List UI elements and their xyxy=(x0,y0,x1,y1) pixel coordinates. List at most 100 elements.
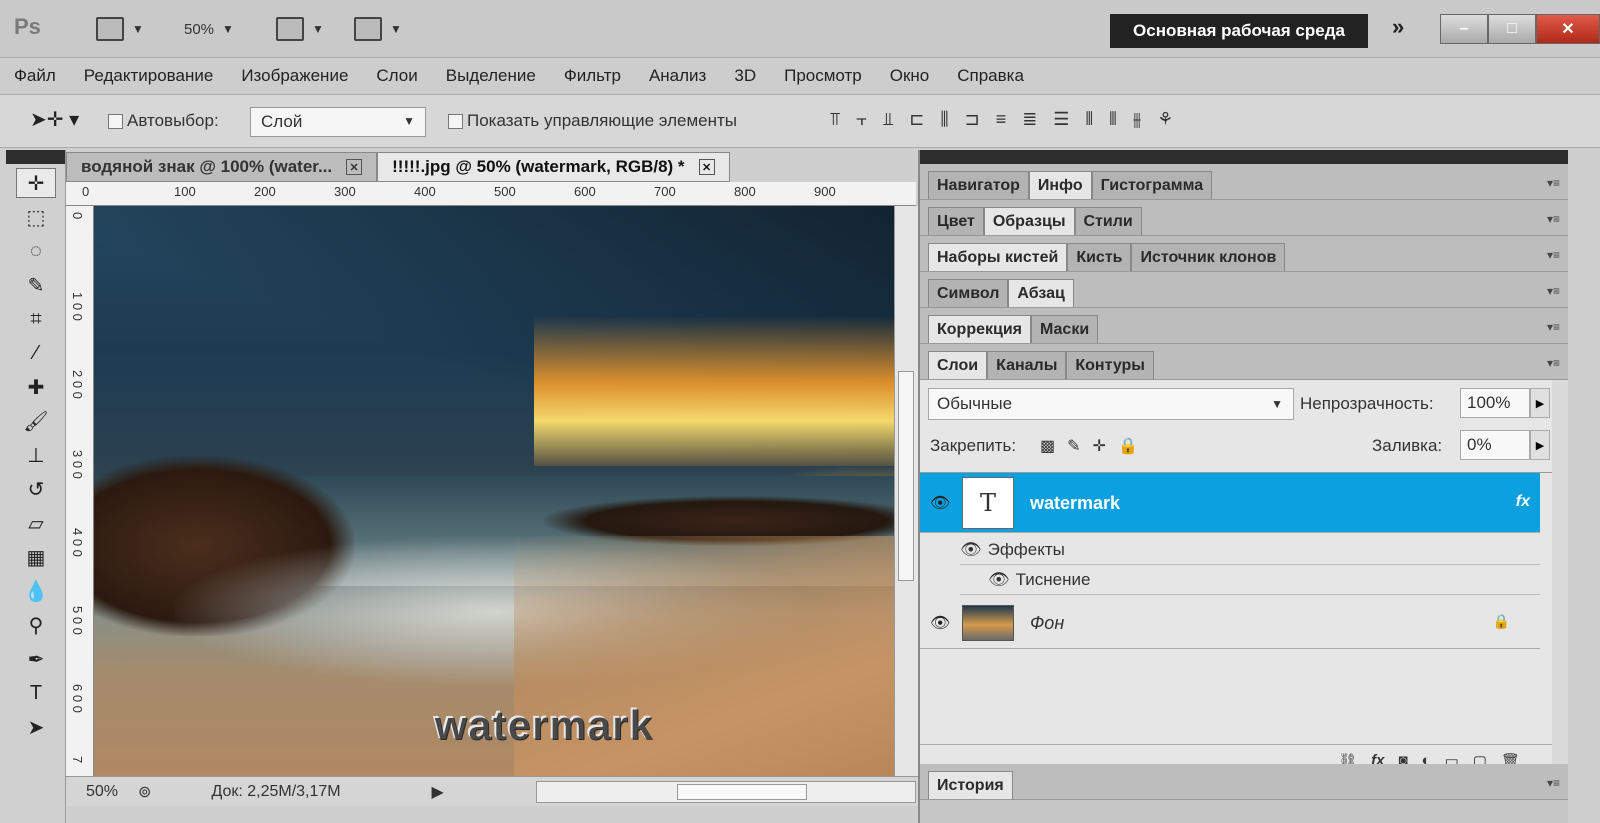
tab-clone-source[interactable]: Источник клонов xyxy=(1131,243,1286,271)
menu-view[interactable]: Просмотр xyxy=(770,66,876,86)
align-right-icon[interactable]: ⊐ xyxy=(965,109,980,130)
auto-align-icon[interactable]: ⚘ xyxy=(1157,109,1173,130)
workspace-switcher[interactable]: Основная рабочая среда xyxy=(1110,14,1368,48)
vertical-scrollbar[interactable] xyxy=(894,206,918,776)
quick-select-tool-icon[interactable]: ✎ xyxy=(16,270,56,300)
close-button[interactable]: ✕ xyxy=(1536,14,1600,44)
tab-brush[interactable]: Кисть xyxy=(1067,243,1132,271)
align-top-icon[interactable]: ⫪ xyxy=(830,109,840,130)
tab-navigator[interactable]: Навигатор xyxy=(928,171,1029,199)
autoselect-target-select[interactable]: Слой ▼ xyxy=(250,107,426,137)
menu-filter[interactable]: Фильтр xyxy=(550,66,635,86)
tab-channels[interactable]: Каналы xyxy=(987,351,1067,379)
layers-scrollbar[interactable] xyxy=(1552,380,1568,776)
history-brush-tool-icon[interactable]: ↺ xyxy=(16,474,56,504)
tab-swatches[interactable]: Образцы xyxy=(983,207,1075,235)
autoselect-checkbox[interactable]: Автовыбор: xyxy=(108,111,219,131)
align-bottom-icon[interactable]: ⫫ xyxy=(883,109,893,130)
tab-history[interactable]: История xyxy=(928,771,1013,799)
tab-adjustments[interactable]: Коррекция xyxy=(928,315,1031,343)
scroll-thumb[interactable] xyxy=(898,371,914,581)
doc-tab-watermark[interactable]: водяной знак @ 100% (water... ✕ xyxy=(66,152,378,182)
path-select-tool-icon[interactable]: ➤ xyxy=(16,712,56,742)
menu-help[interactable]: Справка xyxy=(943,66,1038,86)
align-vcenter-icon[interactable]: ⫟ xyxy=(856,109,867,130)
tab-layers[interactable]: Слои xyxy=(928,351,988,379)
screen-view-button[interactable]: ▼ xyxy=(354,14,402,44)
distribute-bottom-icon[interactable]: ☰ xyxy=(1053,109,1069,130)
tab-masks[interactable]: Маски xyxy=(1031,315,1099,343)
arrange-documents-button[interactable]: ▼ xyxy=(276,14,324,44)
tab-paths[interactable]: Контуры xyxy=(1066,351,1154,379)
panel-menu-icon[interactable]: ▾≡ xyxy=(1547,320,1560,334)
layer-row-watermark[interactable]: 👁 T watermark fx xyxy=(920,473,1540,533)
healing-brush-tool-icon[interactable]: ✚ xyxy=(16,372,56,402)
close-icon[interactable]: ✕ xyxy=(698,159,715,175)
eye-icon[interactable]: 👁 xyxy=(960,540,982,560)
scroll-thumb[interactable] xyxy=(677,784,807,800)
lock-transparency-icon[interactable]: ▩ xyxy=(1040,436,1055,456)
dock-collapse-bar[interactable] xyxy=(920,150,1568,164)
tab-brush-presets[interactable]: Наборы кистей xyxy=(928,243,1068,271)
distribute-left-icon[interactable]: ⫴ xyxy=(1085,109,1093,130)
screen-mode-button[interactable]: ▼ xyxy=(96,14,144,44)
status-menu-arrow-icon[interactable]: ▶ xyxy=(431,782,443,802)
align-left-icon[interactable]: ⊏ xyxy=(909,109,924,130)
tab-histogram[interactable]: Гистограмма xyxy=(1091,171,1213,199)
eye-icon[interactable]: 👁 xyxy=(988,570,1010,590)
panel-menu-icon[interactable]: ▾≡ xyxy=(1547,176,1560,190)
align-hcenter-icon[interactable]: ⫼ xyxy=(940,109,948,130)
menu-select[interactable]: Выделение xyxy=(432,66,550,86)
tab-styles[interactable]: Стили xyxy=(1074,207,1142,235)
move-tool-icon[interactable]: ✛ xyxy=(16,168,56,198)
maximize-button[interactable]: □ xyxy=(1488,14,1536,44)
distribute-hcenter-icon[interactable]: ⦀ xyxy=(1109,109,1117,130)
lock-pixels-icon[interactable]: ✎ xyxy=(1067,436,1080,456)
eye-icon[interactable]: 👁 xyxy=(930,613,950,633)
marquee-tool-icon[interactable]: ⬚ xyxy=(16,202,56,232)
crop-tool-icon[interactable]: ⌗ xyxy=(16,304,56,334)
fx-icon[interactable]: fx xyxy=(1516,493,1530,511)
lasso-tool-icon[interactable]: ◌ xyxy=(16,236,56,266)
opacity-input[interactable]: 100% xyxy=(1460,388,1530,418)
menu-edit[interactable]: Редактирование xyxy=(70,66,228,86)
clone-stamp-tool-icon[interactable]: ⊥ xyxy=(16,440,56,470)
menu-image[interactable]: Изображение xyxy=(227,66,362,86)
lock-all-icon[interactable]: 🔒 xyxy=(1118,436,1138,456)
more-workspaces-icon[interactable]: » xyxy=(1392,14,1404,40)
layer-name[interactable]: Фон xyxy=(1030,613,1064,634)
distribute-right-icon[interactable]: ⫵ xyxy=(1133,109,1141,130)
menu-layers[interactable]: Слои xyxy=(362,66,431,86)
menu-analysis[interactable]: Анализ xyxy=(635,66,720,86)
zoom-dropdown[interactable]: 50% ▼ xyxy=(184,14,234,44)
tab-paragraph[interactable]: Абзац xyxy=(1008,279,1074,307)
menu-file[interactable]: Файл xyxy=(0,66,70,86)
opacity-arrow-icon[interactable]: ▶ xyxy=(1530,388,1550,418)
close-icon[interactable]: ✕ xyxy=(346,159,363,175)
status-info-icon[interactable]: ⊚ xyxy=(138,782,151,802)
panel-menu-icon[interactable]: ▾≡ xyxy=(1547,356,1560,370)
status-zoom[interactable]: 50% xyxy=(66,783,138,801)
tab-info[interactable]: Инфо xyxy=(1028,171,1092,199)
document-canvas[interactable]: watermark xyxy=(94,206,894,776)
panel-menu-icon[interactable]: ▾≡ xyxy=(1547,212,1560,226)
tab-character[interactable]: Символ xyxy=(928,279,1009,307)
tab-color[interactable]: Цвет xyxy=(928,207,984,235)
menu-window[interactable]: Окно xyxy=(876,66,944,86)
panel-menu-icon[interactable]: ▾≡ xyxy=(1547,248,1560,262)
emboss-effect-row[interactable]: 👁 Тиснение xyxy=(960,565,1540,595)
panel-menu-icon[interactable]: ▾≡ xyxy=(1547,776,1560,790)
distribute-vcenter-icon[interactable]: ≣ xyxy=(1022,109,1037,130)
type-tool-icon[interactable]: T xyxy=(16,678,56,708)
dodge-tool-icon[interactable]: ⚲ xyxy=(16,610,56,640)
pen-tool-icon[interactable]: ✒ xyxy=(16,644,56,674)
brush-tool-icon[interactable]: 🖌 xyxy=(16,406,56,436)
doc-tab-active[interactable]: !!!!!.jpg @ 50% (watermark, RGB/8) * ✕ xyxy=(377,152,730,182)
eye-icon[interactable]: 👁 xyxy=(930,493,950,513)
distribute-top-icon[interactable]: ≡ xyxy=(996,109,1007,130)
panel-menu-icon[interactable]: ▾≡ xyxy=(1547,284,1560,298)
minimize-button[interactable]: – xyxy=(1440,14,1488,44)
layer-name[interactable]: watermark xyxy=(1030,493,1120,514)
move-tool-preset-icon[interactable]: ➤✛ ▾ xyxy=(30,107,79,132)
tools-collapse-bar[interactable] xyxy=(6,150,65,164)
